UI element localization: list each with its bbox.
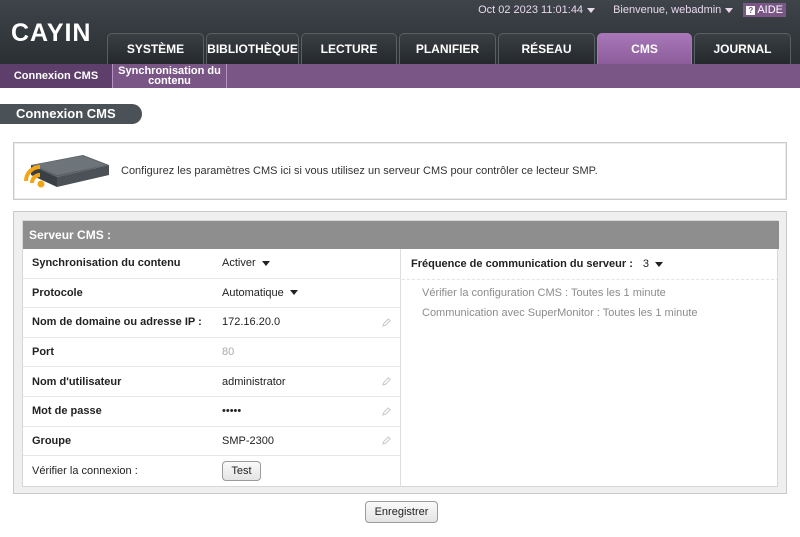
datetime-text: Oct 02 2023 11:01:44	[478, 4, 584, 16]
frequency-label: Fréquence de communication du serveur :	[411, 258, 633, 270]
tab-journal[interactable]: JOURNAL	[694, 33, 791, 64]
chevron-down-icon	[261, 260, 270, 266]
settings-row-sync: Synchronisation du contenu Activer	[23, 249, 400, 279]
sync-select[interactable]: Activer	[222, 257, 270, 269]
settings-row-group: Groupe SMP-2300	[23, 427, 400, 457]
panel-heading: Serveur CMS :	[23, 221, 779, 249]
subnav-label: Connexion CMS	[13, 70, 99, 82]
pencil-icon[interactable]	[382, 436, 391, 446]
settings-row-domain: Nom de domaine ou adresse IP : 172.16.20…	[23, 308, 400, 338]
chevron-down-icon	[655, 261, 664, 267]
subnav-synchronisation[interactable]: Synchronisation du contenu	[113, 64, 227, 88]
page-title: Connexion CMS	[0, 104, 142, 124]
port-label: Port	[32, 346, 54, 359]
protocol-select[interactable]: Automatique	[222, 287, 298, 299]
group-field[interactable]: SMP-2300	[222, 435, 274, 447]
password-label: Mot de passe	[32, 405, 102, 418]
subnav-connexion-cms[interactable]: Connexion CMS	[0, 64, 113, 88]
subnav-label: Synchronisation du contenu	[118, 65, 221, 87]
chevron-down-icon	[725, 7, 734, 13]
help-label: AIDE	[757, 4, 783, 16]
svg-text:CAYIN: CAYIN	[11, 20, 92, 46]
tab-label: CMS	[631, 42, 658, 56]
tab-lecture[interactable]: LECTURE	[301, 33, 397, 64]
sync-value: Activer	[222, 257, 256, 270]
supermonitor-interval: Communication avec SuperMonitor : Toutes…	[422, 307, 698, 319]
username-field[interactable]: administrator	[222, 376, 286, 388]
tab-bibliotheque[interactable]: BIBLIOTHÈQUE	[206, 33, 299, 64]
tab-reseau[interactable]: RÉSEAU	[498, 33, 595, 64]
frequency-select[interactable]: 3	[642, 258, 664, 270]
settings-row-protocol: Protocole Automatique	[23, 279, 400, 309]
user-menu[interactable]: Bienvenue, webadmin	[613, 4, 734, 16]
port-field: 80	[222, 346, 235, 359]
divider	[402, 279, 779, 280]
verify-label: Vérifier la connexion :	[32, 464, 138, 477]
tab-label: PLANIFIER	[415, 42, 480, 56]
info-box: Configurez les paramètres CMS ici si vou…	[13, 142, 787, 200]
domain-label: Nom de domaine ou adresse IP :	[32, 316, 202, 329]
chevron-down-icon	[289, 290, 298, 296]
test-connection-button[interactable]: Test	[222, 460, 261, 481]
password-field[interactable]: •••••	[222, 405, 241, 417]
username-label: Nom d'utilisateur	[32, 375, 122, 388]
protocol-value: Automatique	[222, 286, 284, 299]
pencil-icon[interactable]	[382, 318, 391, 327]
help-button[interactable]: ? AIDE	[743, 3, 786, 17]
tab-label: RÉSEAU	[521, 42, 572, 56]
frequency-section: Fréquence de communication du serveur : …	[402, 249, 779, 487]
tab-cms[interactable]: CMS	[597, 33, 692, 64]
cms-check-interval: Vérifier la configuration CMS : Toutes l…	[422, 287, 666, 299]
settings-row-password: Mot de passe •••••	[23, 397, 400, 427]
tab-label: JOURNAL	[713, 42, 772, 56]
settings-row-username: Nom d'utilisateur administrator	[23, 367, 400, 397]
smp-player-wifi-icon	[24, 155, 109, 188]
group-label: Groupe	[32, 434, 72, 447]
help-icon: ?	[746, 5, 756, 15]
server-settings-list: Synchronisation du contenu Activer Proto…	[23, 249, 401, 487]
datetime-dropdown[interactable]: Oct 02 2023 11:01:44	[478, 4, 596, 16]
protocol-label: Protocole	[32, 286, 83, 299]
save-button[interactable]: Enregistrer	[365, 501, 438, 523]
cms-server-panel-inner: Serveur CMS : Synchronisation du contenu…	[22, 220, 779, 487]
tab-label: LECTURE	[320, 42, 378, 56]
sync-label: Synchronisation du contenu	[32, 257, 181, 270]
app-header: CAYIN Oct 02 2023 11:01:44 Bienvenue, we…	[0, 0, 800, 64]
sub-navigation: Connexion CMS Synchronisation du contenu	[0, 64, 800, 88]
tab-label: BIBLIOTHÈQUE	[207, 42, 298, 56]
frequency-value: 3	[642, 258, 650, 270]
topbar: Oct 02 2023 11:01:44 Bienvenue, webadmin…	[478, 2, 800, 18]
tab-planifier[interactable]: PLANIFIER	[399, 33, 496, 64]
tab-label: SYSTÈME	[126, 42, 185, 56]
main-tabs: SYSTÈME BIBLIOTHÈQUE LECTURE PLANIFIER R…	[107, 33, 793, 64]
settings-row-verify: Vérifier la connexion : Test	[23, 456, 400, 486]
settings-row-port: Port 80	[23, 338, 400, 368]
pencil-icon[interactable]	[382, 377, 391, 386]
tab-systeme[interactable]: SYSTÈME	[107, 33, 204, 64]
cms-server-panel: Serveur CMS : Synchronisation du contenu…	[13, 211, 787, 494]
domain-field[interactable]: 172.16.20.0	[222, 316, 280, 328]
frequency-row: Fréquence de communication du serveur : …	[411, 258, 664, 270]
info-text: Configurez les paramètres CMS ici si vou…	[121, 165, 598, 177]
chevron-down-icon	[587, 7, 596, 13]
cayin-logo: CAYIN	[11, 20, 92, 46]
pencil-icon[interactable]	[382, 407, 391, 416]
welcome-text: Bienvenue, webadmin	[613, 4, 722, 16]
